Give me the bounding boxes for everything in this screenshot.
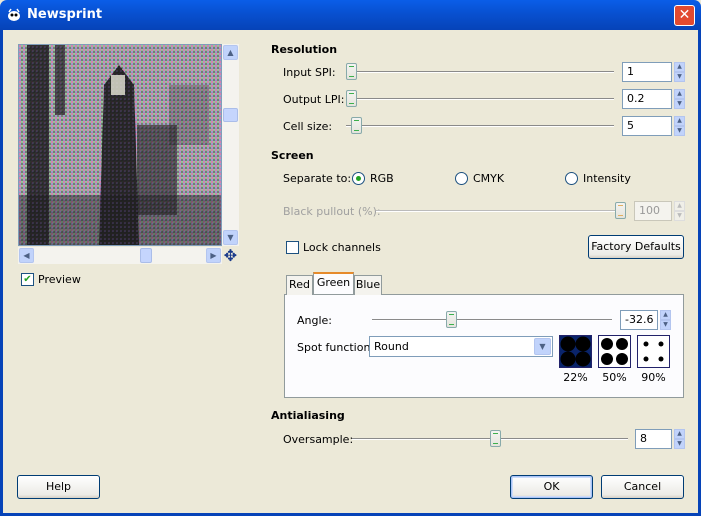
resolution-header: Resolution <box>271 43 338 56</box>
output-lpi-slider-thumb[interactable] <box>346 90 357 107</box>
cell-size-slider-track[interactable] <box>346 125 614 127</box>
radio-rgb-label: RGB <box>370 172 394 185</box>
horizontal-scroll-thumb[interactable] <box>140 248 152 263</box>
tab-red[interactable]: Red <box>286 275 313 295</box>
separate-to-label: Separate to: <box>283 172 352 185</box>
ok-button[interactable]: OK <box>510 475 593 499</box>
input-spi-slider-track[interactable] <box>346 71 614 73</box>
angle-spinner[interactable]: ▲ ▼ <box>660 310 671 330</box>
angle-slider-track[interactable] <box>372 319 612 321</box>
spot-function-select[interactable]: Round ▼ <box>369 336 553 357</box>
radio-intensity[interactable] <box>565 172 578 185</box>
preview-label: Preview <box>38 273 81 286</box>
gimp-app-icon <box>8 8 20 21</box>
spot-label-22: 22% <box>563 371 588 384</box>
cancel-button[interactable]: Cancel <box>601 475 684 499</box>
spot-label-90: 90% <box>641 371 666 384</box>
preview-image[interactable] <box>18 44 222 246</box>
oversample-field[interactable]: 8 <box>635 429 672 449</box>
spot-preview-50 <box>598 335 631 368</box>
cell-size-field[interactable]: 5 <box>622 116 672 136</box>
output-lpi-label: Output LPI: <box>283 93 345 106</box>
screen-header: Screen <box>271 149 314 162</box>
spot-preview-22 <box>559 335 592 368</box>
factory-defaults-button[interactable]: Factory Defaults <box>588 235 684 259</box>
cell-size-spinner[interactable]: ▲ ▼ <box>674 116 685 136</box>
angle-field[interactable]: -32.6 <box>620 310 658 330</box>
radio-rgb[interactable] <box>352 172 365 185</box>
window-title: Newsprint <box>27 7 103 22</box>
navigate-move-icon[interactable]: ✥ <box>222 248 239 264</box>
spot-preview-90 <box>637 335 670 368</box>
radio-cmyk[interactable] <box>455 172 468 185</box>
oversample-slider-thumb[interactable] <box>490 430 501 447</box>
cell-size-slider-thumb[interactable] <box>351 117 362 134</box>
close-button[interactable]: ✕ <box>674 5 695 26</box>
title-bar <box>0 0 701 30</box>
black-pullout-field[interactable]: 100 <box>634 201 672 221</box>
antialiasing-header: Antialiasing <box>271 409 345 422</box>
tab-blue[interactable]: Blue <box>354 275 382 295</box>
radio-intensity-label: Intensity <box>583 172 631 185</box>
lock-channels-checkbox[interactable] <box>286 241 299 254</box>
input-spi-field[interactable]: 1 <box>622 62 672 82</box>
input-spi-label: Input SPI: <box>283 66 336 79</box>
black-pullout-slider-thumb[interactable] <box>615 202 626 219</box>
radio-cmyk-label: CMYK <box>473 172 505 185</box>
black-pullout-label: Black pullout (%): <box>283 205 381 218</box>
preview-horizontal-scrollbar[interactable]: ◀ ▶ <box>18 247 222 264</box>
oversample-label: Oversample: <box>283 433 354 446</box>
angle-slider-thumb[interactable] <box>446 311 457 328</box>
black-pullout-slider-track[interactable] <box>376 210 626 212</box>
tab-green[interactable]: Green <box>313 272 354 294</box>
cell-size-label: Cell size: <box>283 120 333 133</box>
spot-function-value: Round <box>374 340 409 353</box>
output-lpi-slider-track[interactable] <box>346 98 614 100</box>
lock-channels-label: Lock channels <box>303 241 381 254</box>
black-pullout-spinner[interactable]: ▲ ▼ <box>674 201 685 221</box>
input-spi-slider-thumb[interactable] <box>346 63 357 80</box>
angle-label: Angle: <box>297 314 333 327</box>
scroll-down-button[interactable]: ▼ <box>223 230 238 245</box>
output-lpi-field[interactable]: 0.2 <box>622 89 672 109</box>
vertical-scroll-thumb[interactable] <box>223 108 238 122</box>
input-spi-spinner[interactable]: ▲ ▼ <box>674 62 685 82</box>
chevron-down-icon[interactable]: ▼ <box>534 338 551 355</box>
output-lpi-spinner[interactable]: ▲ ▼ <box>674 89 685 109</box>
scroll-up-button[interactable]: ▲ <box>223 45 238 60</box>
preview-vertical-scrollbar[interactable]: ▲ ▼ <box>222 44 239 246</box>
window-frame-left <box>0 30 3 516</box>
scroll-right-button[interactable]: ▶ <box>206 248 221 263</box>
oversample-spinner[interactable]: ▲ ▼ <box>674 429 685 449</box>
scroll-left-button[interactable]: ◀ <box>19 248 34 263</box>
help-button[interactable]: Help <box>17 475 100 499</box>
spot-label-50: 50% <box>602 371 627 384</box>
spot-function-label: Spot function: <box>297 341 375 354</box>
preview-checkbox[interactable]: ✔ <box>21 273 34 286</box>
